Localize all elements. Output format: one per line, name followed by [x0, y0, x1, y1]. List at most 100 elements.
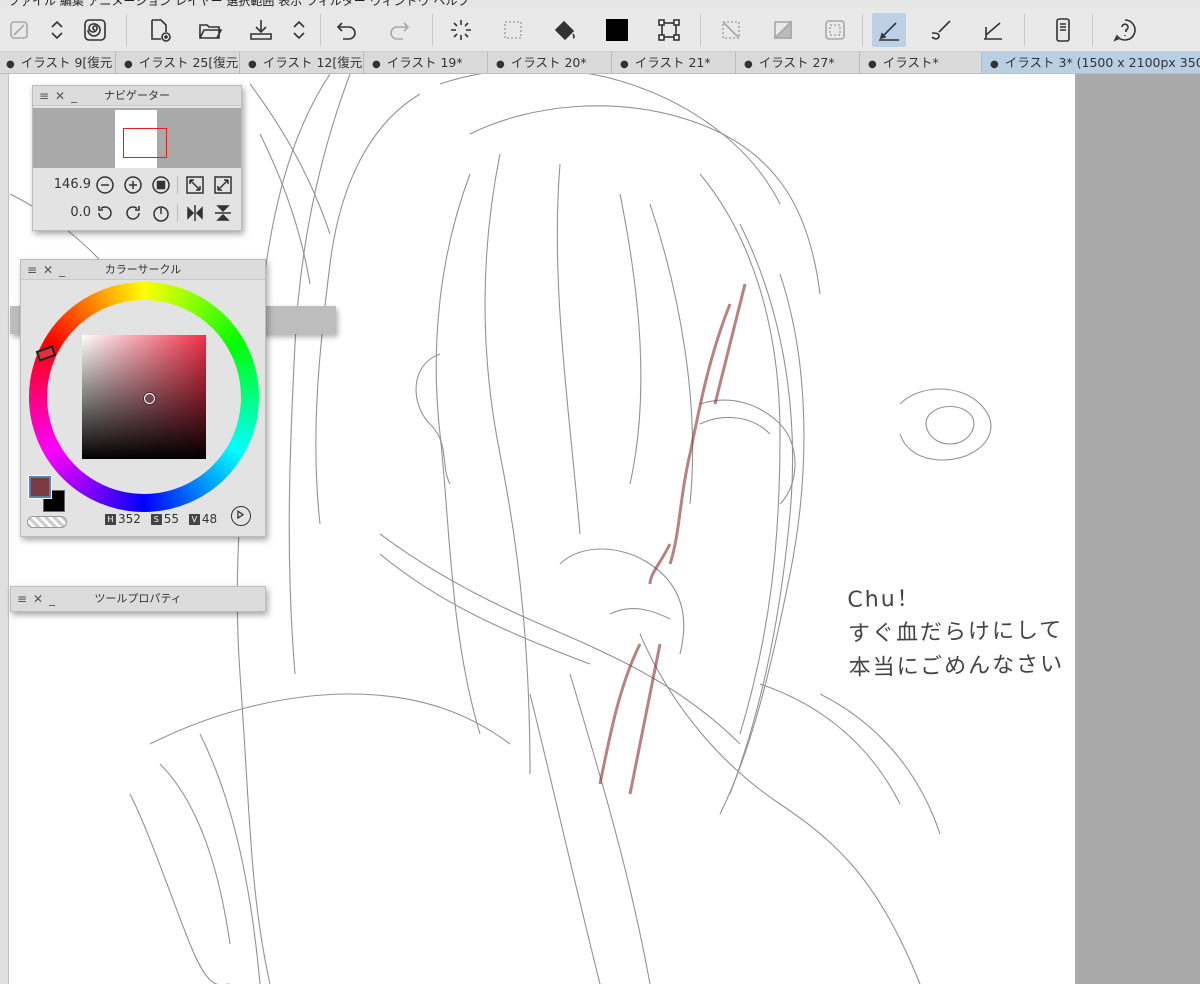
- undo-button[interactable]: [330, 13, 364, 47]
- pen-pressure-icon: [10, 21, 28, 39]
- help-bubble-icon: [1113, 19, 1136, 42]
- color-circle-panel: ≡✕_ カラーサークル H 352 S 55 V 48: [20, 259, 266, 537]
- tab-dot-icon: ●: [868, 59, 877, 70]
- transparent-color-swatch[interactable]: [27, 516, 67, 528]
- rotate-left-button[interactable]: [95, 203, 115, 223]
- color-mode-toggle-button[interactable]: [231, 506, 251, 526]
- tool-property-titlebar[interactable]: ≡✕_ ツールプロパティ: [11, 587, 265, 611]
- v-label-icon: V: [188, 514, 200, 525]
- selection-launcher-button[interactable]: [818, 13, 852, 47]
- tab-dot-icon: ●: [496, 59, 505, 70]
- folder-open-icon: [199, 24, 223, 39]
- canvas-outside-area: [1075, 74, 1200, 984]
- flip-vertical-button[interactable]: [213, 203, 233, 223]
- menu-bar-text: ファイル 編集 アニメーション レイヤー 選択範囲 表示 フィルター ウィンドウ…: [8, 0, 470, 8]
- invert-selection-button[interactable]: [766, 13, 800, 47]
- tab-illust[interactable]: ● イラスト*: [860, 52, 982, 73]
- updown-stepper[interactable]: [40, 13, 74, 47]
- tab-illust-3-active[interactable]: ● イラスト 3* (1500 x 2100px 350dpi: [982, 52, 1200, 73]
- flip-horizontal-button[interactable]: [185, 203, 205, 223]
- tab-label: イラスト 9[復元: [20, 55, 113, 70]
- rotate-right-button[interactable]: [123, 203, 143, 223]
- tab-dot-icon: ●: [744, 59, 753, 70]
- color-swatch-button[interactable]: [600, 13, 634, 47]
- sv-picker-handle[interactable]: [144, 393, 155, 404]
- tool-property-panel: ≡✕_ ツールプロパティ: [10, 586, 266, 612]
- new-file-icon: [151, 19, 171, 42]
- navigator-title: ナビゲーター: [104, 89, 170, 102]
- save-icon: [250, 20, 272, 40]
- zoom-in-icon: [124, 176, 142, 194]
- tab-label: イラスト 27*: [758, 55, 835, 70]
- chevron-updown-icon: [293, 20, 305, 40]
- tab-dot-icon: ●: [372, 59, 381, 70]
- black-color-swatch: [606, 19, 628, 41]
- help-button[interactable]: [1108, 13, 1142, 47]
- reset-rotation-button[interactable]: [151, 203, 171, 223]
- tab-illust-20[interactable]: ● イラスト 20*: [488, 52, 612, 73]
- reset-rotation-icon: [153, 206, 169, 222]
- navigator-panel: ≡✕_ ナビゲーター 146.9 0.0: [32, 85, 242, 231]
- ruler-tool-button[interactable]: [976, 13, 1010, 47]
- tab-illust-12[interactable]: ● イラスト 12[復元: [240, 52, 364, 73]
- color-circle-title: カラーサークル: [104, 263, 182, 276]
- navigator-view-rect[interactable]: [123, 128, 167, 158]
- command-bar: [0, 8, 1200, 52]
- zoom-in-button[interactable]: [123, 175, 143, 195]
- redo-button[interactable]: [382, 13, 416, 47]
- tab-label: イラスト 3* (1500 x 2100px 350dpi: [1004, 55, 1200, 70]
- deselect-icon: [722, 21, 740, 39]
- tab-dot-icon: ●: [620, 59, 629, 70]
- flip-horizontal-icon: [187, 205, 203, 221]
- open-file-button[interactable]: [193, 13, 227, 47]
- deselect-button[interactable]: [714, 13, 748, 47]
- play-circle-icon: [237, 510, 245, 520]
- transform-icon: [658, 19, 680, 41]
- hue-value[interactable]: 352: [118, 512, 141, 526]
- tab-illust-19[interactable]: ● イラスト 19*: [364, 52, 488, 73]
- brightness-value[interactable]: 48: [202, 512, 217, 526]
- brush-tool-button[interactable]: [924, 13, 958, 47]
- tab-illust-27[interactable]: ● イラスト 27*: [736, 52, 860, 73]
- tab-illust-21[interactable]: ● イラスト 21*: [612, 52, 736, 73]
- zoom-out-icon: [96, 176, 114, 194]
- tab-illust-9[interactable]: ● イラスト 9[復元: [0, 52, 116, 73]
- fit-window-icon: [186, 176, 204, 194]
- actual-size-button[interactable]: [151, 175, 171, 195]
- save-button[interactable]: [244, 13, 278, 47]
- zoom-value[interactable]: 146.9: [54, 177, 91, 192]
- smartphone-icon: [1056, 18, 1070, 42]
- color-circle-titlebar[interactable]: ≡✕_ カラーサークル: [21, 260, 265, 280]
- saturation-value[interactable]: 55: [164, 512, 179, 526]
- h-label-icon: H: [105, 514, 116, 525]
- select-border-button[interactable]: [496, 13, 530, 47]
- tab-dot-icon: ●: [124, 59, 133, 70]
- navigator-titlebar[interactable]: ≡✕_ ナビゲーター: [33, 86, 241, 106]
- zoom-out-button[interactable]: [95, 175, 115, 195]
- pen-pressure-button[interactable]: [2, 13, 36, 47]
- save-stepper[interactable]: [282, 13, 316, 47]
- undo-icon: [336, 22, 356, 40]
- fit-to-window-button[interactable]: [185, 175, 205, 195]
- spiral-icon: [84, 19, 106, 41]
- redo-icon: [390, 22, 410, 40]
- smartphone-button[interactable]: [1046, 13, 1080, 47]
- document-tab-bar: ● イラスト 9[復元 ● イラスト 25[復元 ● イラスト 12[復元 ● イラスト…: [0, 52, 1200, 74]
- left-dock-edge[interactable]: [0, 74, 9, 984]
- menu-bar[interactable]: ファイル 編集 アニメーション レイヤー 選択範囲 表示 フィルター ウィンドウ…: [0, 0, 1200, 8]
- chevron-updown-icon: [51, 20, 63, 40]
- tab-illust-25[interactable]: ● イラスト 25[復元: [116, 52, 240, 73]
- main-color-swatch[interactable]: [29, 476, 51, 498]
- fill-button[interactable]: [548, 13, 582, 47]
- tab-label: イラスト 25[復元: [138, 55, 239, 70]
- flip-vertical-icon: [215, 205, 231, 221]
- loading-button[interactable]: [444, 13, 478, 47]
- pen-tool-button[interactable]: [872, 13, 906, 47]
- spiral-button[interactable]: [78, 13, 112, 47]
- new-canvas-button[interactable]: [142, 13, 176, 47]
- transform-button[interactable]: [652, 13, 686, 47]
- fill-window-button[interactable]: [213, 175, 233, 195]
- note-line-1: Chu！: [847, 586, 921, 613]
- rotation-value[interactable]: 0.0: [70, 205, 91, 220]
- navigator-preview[interactable]: [33, 108, 241, 168]
